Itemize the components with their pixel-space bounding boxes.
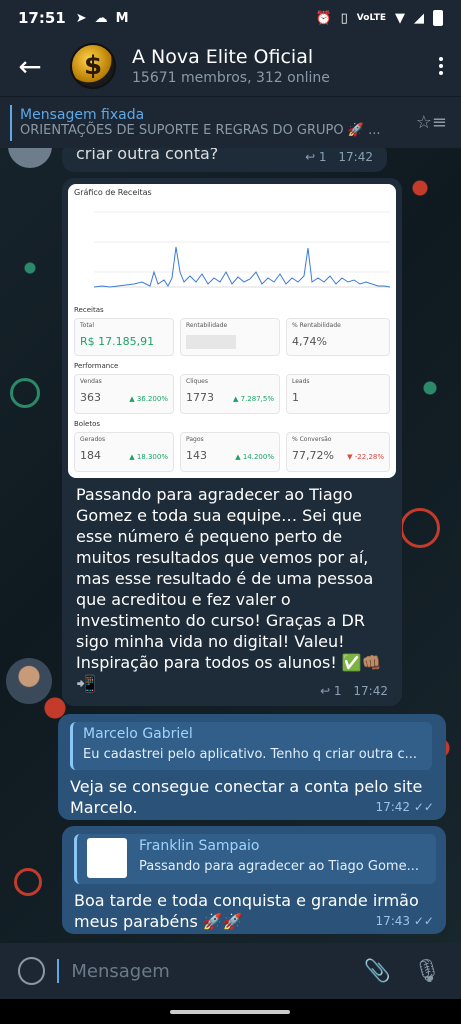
message-time: 17:42: [353, 684, 388, 698]
emoji-icon[interactable]: [18, 957, 46, 985]
system-icons: ⏰ ▯ VoLTE ▼ ◢: [315, 10, 443, 26]
revenue-chart: [93, 211, 391, 288]
card-rentabilidade: Rentabilidade: [180, 318, 280, 356]
card-pct-rentabilidade: % Rentabilidade 4,74%: [286, 318, 390, 356]
chat-area[interactable]: criar outra conta? ↩ 1 17:42 Gráfico de …: [0, 148, 461, 943]
background-pattern: [14, 868, 42, 896]
forward-count: ↩ 1: [320, 684, 342, 698]
message-bubble[interactable]: criar outra conta? ↩ 1 17:42: [62, 148, 387, 172]
message-meta: ↩ 1 17:42: [320, 684, 388, 698]
quote-text: Passando para agradecer ao Tiago Gome...: [139, 859, 419, 874]
message-text: Passando para agradecer ao Tiago Gomez e…: [76, 485, 382, 693]
message-meta: ↩ 1 17:42: [305, 150, 373, 164]
telegram-icon: ➤: [75, 10, 87, 26]
blurred-value: [186, 335, 236, 349]
microphone-icon[interactable]: 🎙: [413, 959, 441, 984]
group-avatar[interactable]: $: [70, 43, 116, 89]
attach-icon[interactable]: 📎: [364, 959, 391, 984]
back-arrow-icon[interactable]: ←: [0, 36, 60, 96]
home-gesture-handle[interactable]: [170, 1010, 290, 1014]
message-time: 17:43 ✓✓: [375, 914, 434, 928]
quote-thumbnail: [87, 838, 127, 878]
pinned-message-bar[interactable]: Mensagem fixada ORIENTAÇÕES DE SUPORTE E…: [0, 96, 461, 148]
pinned-label: Mensagem fixada: [20, 107, 145, 123]
screenshot-chart-title: Gráfico de Receitas: [74, 188, 152, 197]
vibrate-icon: ▯: [340, 10, 348, 26]
card-pagos: Pagos 143 ▲ 14.200%: [180, 432, 280, 472]
message-composer: 📎 🎙: [0, 943, 461, 999]
more-menu-icon[interactable]: [421, 36, 461, 96]
gmail-icon: M: [115, 10, 129, 26]
pinned-indicator: [10, 104, 12, 141]
sender-avatar[interactable]: [6, 658, 52, 704]
background-pattern: [400, 508, 440, 548]
system-nav-bar: [0, 999, 461, 1024]
signal-icon: ◢: [414, 10, 424, 26]
section-performance: Performance: [74, 362, 119, 370]
card-leads: Leads 1: [286, 374, 390, 414]
pinned-text: ORIENTAÇÕES DE SUPORTE E REGRAS DO GRUPO…: [20, 123, 381, 138]
message-time: 17:42: [338, 150, 373, 164]
card-total: Total R$ 17.185,91: [74, 318, 174, 356]
reply-quote[interactable]: Franklin Sampaio Passando para agradecer…: [74, 834, 436, 884]
chat-header: ← $ A Nova Elite Oficial 15671 membros, …: [0, 36, 461, 96]
message-bubble[interactable]: Gráfico de Receitas Receitas Total R$ 17…: [62, 178, 402, 706]
message-text: Boa tarde e toda conquista e grande irmã…: [74, 891, 419, 931]
background-pattern: [10, 378, 40, 408]
message-bubble-outgoing[interactable]: Franklin Sampaio Passando para agradecer…: [62, 826, 446, 934]
notification-icons: ➤ ☁ M: [76, 11, 129, 26]
quote-author: Marcelo Gabriel: [83, 726, 193, 742]
message-text: Veja se consegue conectar a conta pelo s…: [70, 777, 423, 817]
volte-label: VoLTE: [356, 13, 386, 23]
card-vendas: Vendas 363 ▲ 36.200%: [74, 374, 174, 414]
alarm-icon: ⏰: [315, 10, 332, 26]
text-caret: [57, 959, 60, 983]
quote-author: Franklin Sampaio: [139, 838, 260, 854]
status-bar: 17:51 ➤ ☁ M ⏰ ▯ VoLTE ▼ ◢: [0, 0, 461, 36]
card-cliques: Cliques 1773 ▲ 7.287,5%: [180, 374, 280, 414]
message-bubble-outgoing[interactable]: Marcelo Gabriel Eu cadastrei pelo aplica…: [58, 714, 446, 820]
message-time: 17:42 ✓✓: [375, 800, 434, 814]
dashboard-screenshot[interactable]: Gráfico de Receitas Receitas Total R$ 17…: [68, 184, 396, 478]
chat-title: A Nova Elite Oficial: [132, 46, 314, 68]
card-conversao: % Conversão 77,72% ▼ -22,28%: [286, 432, 390, 472]
status-time: 17:51: [18, 9, 66, 27]
chat-info[interactable]: A Nova Elite Oficial 15671 membros, 312 …: [132, 46, 330, 86]
card-gerados: Gerados 184 ▲ 18.300%: [74, 432, 174, 472]
section-receitas: Receitas: [74, 306, 104, 314]
forward-count: ↩ 1: [305, 150, 327, 164]
sender-avatar[interactable]: [8, 148, 52, 168]
reply-quote[interactable]: Marcelo Gabriel Eu cadastrei pelo aplica…: [70, 722, 432, 770]
message-text: criar outra conta?: [76, 148, 219, 163]
app-icon: ☁: [94, 10, 108, 26]
section-boletos: Boletos: [74, 420, 101, 428]
pin-list-icon[interactable]: ☆≡: [416, 112, 447, 133]
quote-text: Eu cadastrei pelo aplicativo. Tenho q cr…: [83, 747, 417, 762]
battery-icon: [433, 10, 443, 26]
chat-subtitle: 15671 membros, 312 online: [132, 70, 330, 86]
message-input[interactable]: [71, 960, 364, 982]
wifi-icon: ▼: [395, 10, 405, 26]
